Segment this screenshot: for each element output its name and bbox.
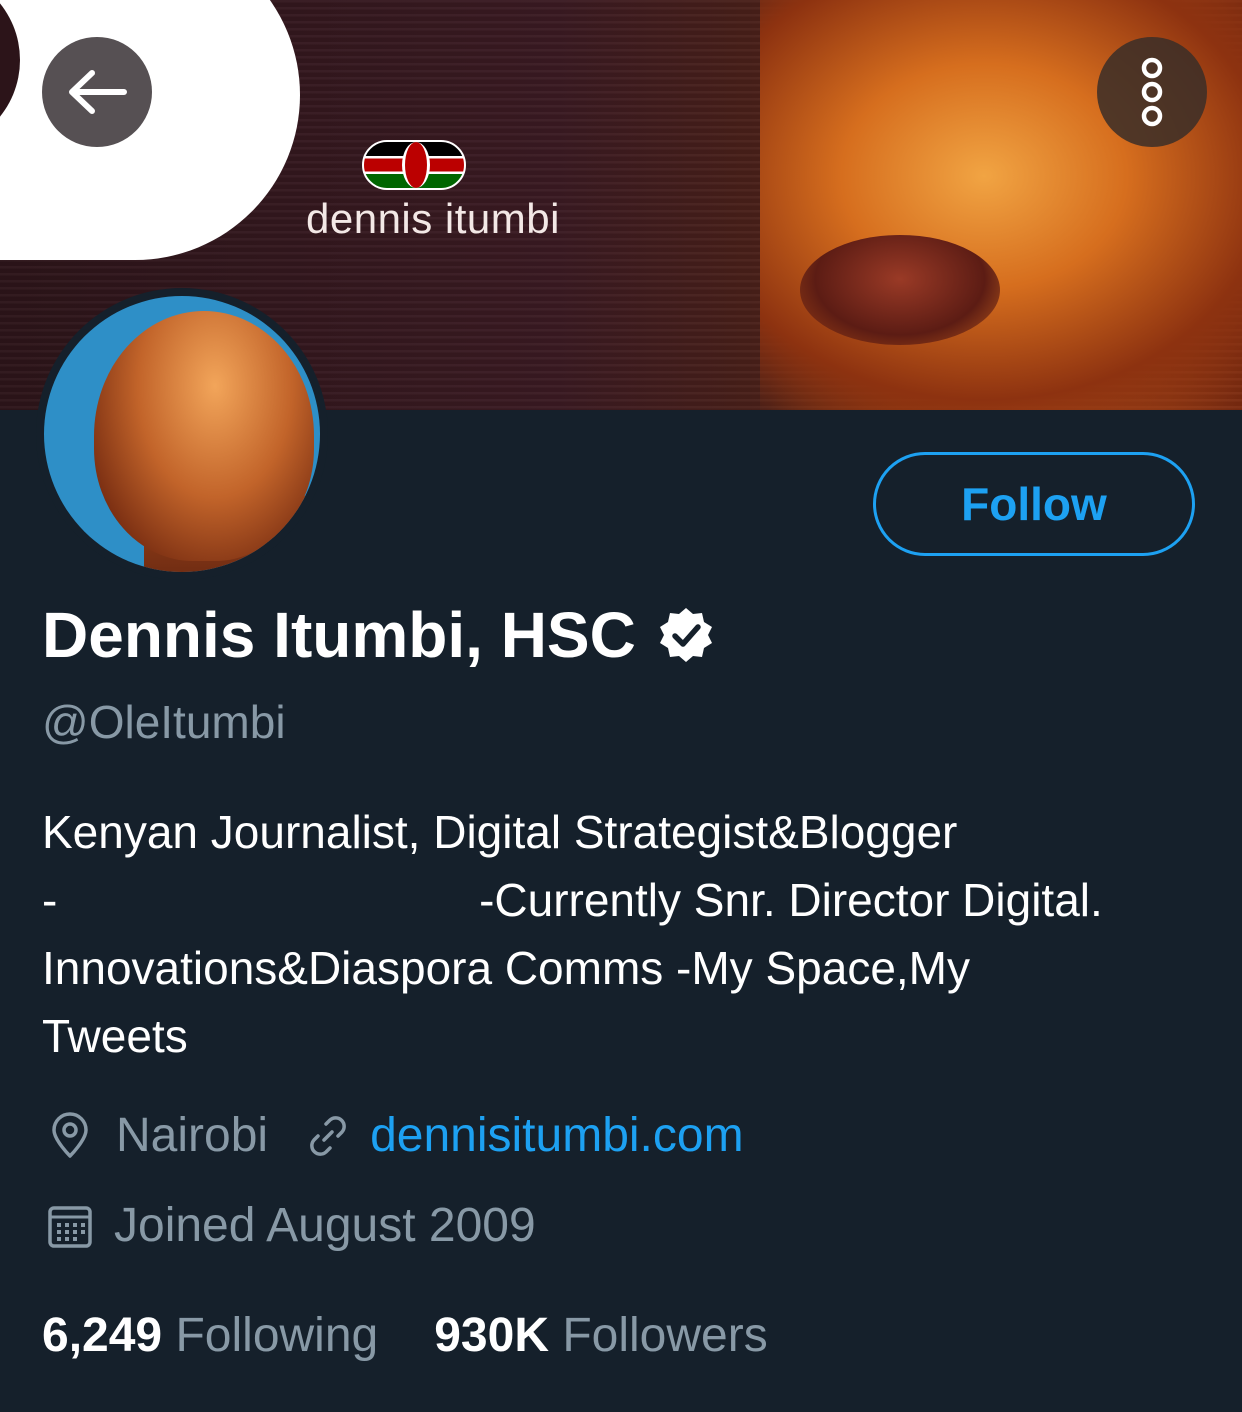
follow-button[interactable]: Follow	[873, 452, 1195, 556]
arrow-left-icon	[69, 70, 127, 114]
profile-stats: 6,249 Following 930K Followers	[42, 1308, 768, 1363]
followers-stat[interactable]: 930K Followers	[434, 1308, 767, 1363]
banner-caption: dennis itumbi	[306, 195, 560, 242]
bio-line: - -Currently Snr. Director Digital.	[42, 874, 1103, 926]
profile-bio: Kenyan Journalist, Digital Strategist&Bl…	[42, 798, 1192, 1070]
more-options-button[interactable]	[1097, 37, 1207, 147]
banner-logo-counter	[0, 0, 20, 150]
avatar-head	[94, 311, 314, 561]
avatar-frame[interactable]	[36, 288, 328, 580]
banner-portrait-detail	[800, 235, 1000, 345]
profile-name-row: Dennis Itumbi, HSC	[42, 598, 716, 672]
profile-name: Dennis Itumbi, HSC	[42, 599, 636, 671]
following-label: Following	[175, 1309, 379, 1362]
bio-line: Innovations&Diaspora Comms -My Space,My	[42, 942, 970, 994]
profile-website-link[interactable]: dennisitumbi.com	[370, 1108, 744, 1163]
avatar[interactable]	[44, 296, 320, 572]
profile-handle: @OleItumbi	[42, 696, 286, 748]
following-stat[interactable]: 6,249 Following	[42, 1308, 378, 1363]
following-count: 6,249	[42, 1309, 163, 1362]
link-icon	[310, 1115, 346, 1156]
followers-label: Followers	[562, 1309, 768, 1362]
more-vertical-icon	[1141, 57, 1163, 127]
kenya-flag-icon	[362, 140, 466, 190]
verified-badge-icon	[659, 608, 712, 662]
followers-count: 930K	[434, 1309, 549, 1362]
profile-joined-date: Joined August 2009	[114, 1199, 536, 1252]
profile-location: Nairobi	[116, 1109, 269, 1162]
calendar-icon	[48, 1205, 92, 1248]
back-button[interactable]	[42, 37, 152, 147]
bio-line: Tweets	[42, 1010, 188, 1062]
profile-meta-row: Nairobi dennisitumbi.com	[42, 1108, 744, 1163]
flag-shield	[402, 142, 430, 188]
bio-line: Kenyan Journalist, Digital Strategist&Bl…	[42, 806, 958, 858]
profile-joined-row: Joined August 2009	[42, 1198, 536, 1253]
location-pin-icon	[52, 1111, 88, 1158]
